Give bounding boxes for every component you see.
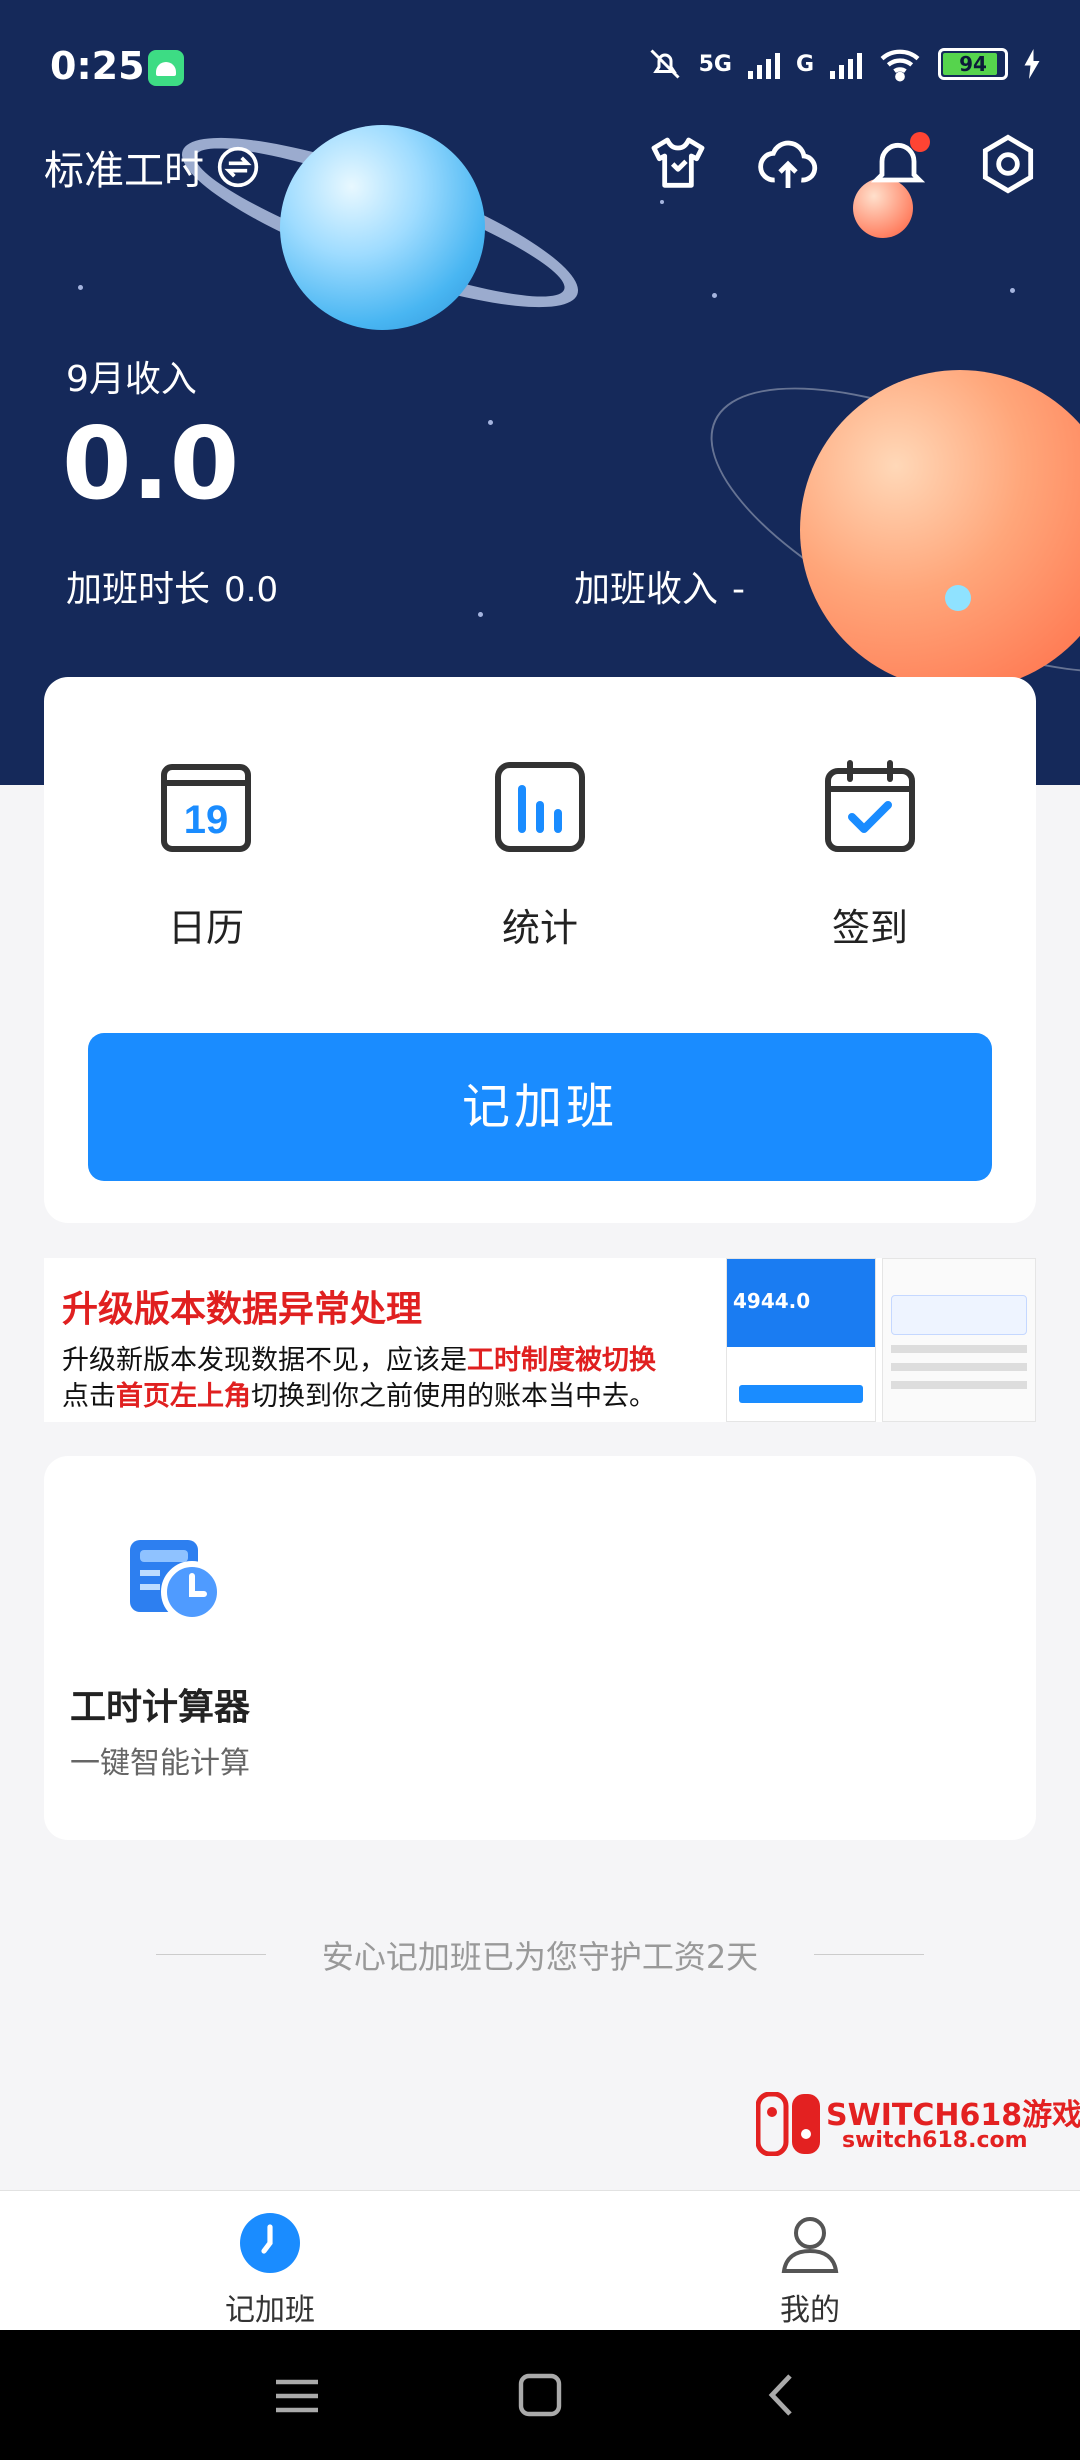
network-g: G [795, 51, 814, 77]
banner-title: 升级版本数据异常处理 [62, 1289, 423, 1330]
watermark-url: switch618.com [842, 2128, 1028, 2153]
calendar-label: 日历 [167, 906, 244, 950]
protection-text: 安心记加班已为您守护工资2天 [321, 1938, 759, 1976]
header-panel: 0:25 5G G 94 标准工时 9月收入 0.0 加班时长 0.0 加班收入… [0, 0, 1080, 785]
mute-bell-icon [650, 49, 680, 79]
main-card: 19 日历 统计 签到 记加班 [44, 677, 1036, 1223]
banner-line-1: 升级新版本发现数据不见，应该是工时制度被切换 [62, 1345, 656, 1376]
ot-hours-label: 加班时长 [66, 569, 211, 610]
banner-preview-home: 4944.0 [726, 1258, 876, 1422]
notification-dot [910, 132, 930, 152]
settings-icon[interactable] [976, 132, 1040, 196]
wifi-icon [880, 49, 920, 82]
tab-record-overtime[interactable]: 记加班 [170, 2211, 370, 2329]
bell-icon[interactable] [866, 132, 930, 196]
calendar-icon: 19 [156, 757, 256, 857]
income-value: 0.0 [62, 405, 240, 522]
status-time: 0:25 [50, 44, 145, 88]
record-overtime-button[interactable]: 记加班 [88, 1033, 992, 1181]
bottom-tab-bar: 记加班 我的 [0, 2190, 1080, 2330]
ot-income-value: - [732, 569, 746, 610]
charging-icon [1024, 49, 1040, 79]
watermark: SWITCH618游戏 switch618.com [755, 2088, 1080, 2160]
back-icon[interactable] [756, 2368, 810, 2422]
upgrade-banner[interactable]: 升级版本数据异常处理 升级新版本发现数据不见，应该是工时制度被切换 点击首页左上… [44, 1258, 1036, 1422]
switch-icon [217, 146, 259, 188]
hours-calculator-card[interactable]: 工时计算器 一键智能计算 [44, 1456, 1036, 1840]
user-icon [778, 2211, 842, 2275]
tool-subtitle: 一键智能计算 [70, 1746, 250, 1781]
signal-icon [747, 49, 780, 79]
stats-action[interactable]: 统计 [450, 757, 630, 952]
mode-switch[interactable]: 标准工时 [44, 138, 260, 196]
status-bar: 0:25 5G G 94 [0, 0, 1080, 130]
ot-hours: 加班时长 0.0 [66, 560, 278, 612]
home-icon[interactable] [513, 2368, 567, 2422]
banner-preview-settings [882, 1258, 1036, 1422]
moon [945, 585, 971, 611]
tool-title: 工时计算器 [70, 1687, 251, 1728]
shirt-icon[interactable] [646, 132, 710, 196]
tab-label-record: 记加班 [225, 2293, 315, 2328]
menu-icon[interactable] [270, 2368, 324, 2422]
blue-planet [280, 125, 485, 330]
switch-logo-icon [755, 2091, 822, 2157]
checkin-icon [820, 757, 920, 857]
android-icon [148, 50, 184, 86]
income-label: 9月收入 [66, 359, 197, 400]
calculator-clock-icon [126, 1532, 226, 1628]
signal-icon-2 [830, 49, 862, 79]
upload-cloud-icon[interactable] [756, 132, 820, 196]
checkin-label: 签到 [831, 906, 908, 950]
system-nav-bar [0, 2330, 1080, 2460]
clock-tab-icon [238, 2211, 302, 2275]
tab-mine[interactable]: 我的 [710, 2211, 910, 2329]
banner-line-2: 点击首页左上角切换到你之前使用的账本当中去。 [62, 1381, 656, 1412]
ot-hours-value: 0.0 [224, 570, 279, 610]
mode-label: 标准工时 [44, 148, 204, 194]
stats-label: 统计 [501, 906, 578, 950]
ot-income-label: 加班收入 [574, 569, 719, 610]
ot-income: 加班收入 - [574, 560, 745, 612]
stats-icon [490, 757, 590, 857]
calendar-action[interactable]: 19 日历 [116, 757, 296, 952]
calendar-day: 19 [184, 798, 229, 842]
battery-icon: 94 [938, 48, 1008, 80]
checkin-action[interactable]: 签到 [780, 757, 960, 952]
protection-message: 安心记加班已为您守护工资2天 [156, 1932, 924, 1976]
network-5g: 5G [698, 51, 732, 77]
tab-label-mine: 我的 [780, 2293, 840, 2328]
